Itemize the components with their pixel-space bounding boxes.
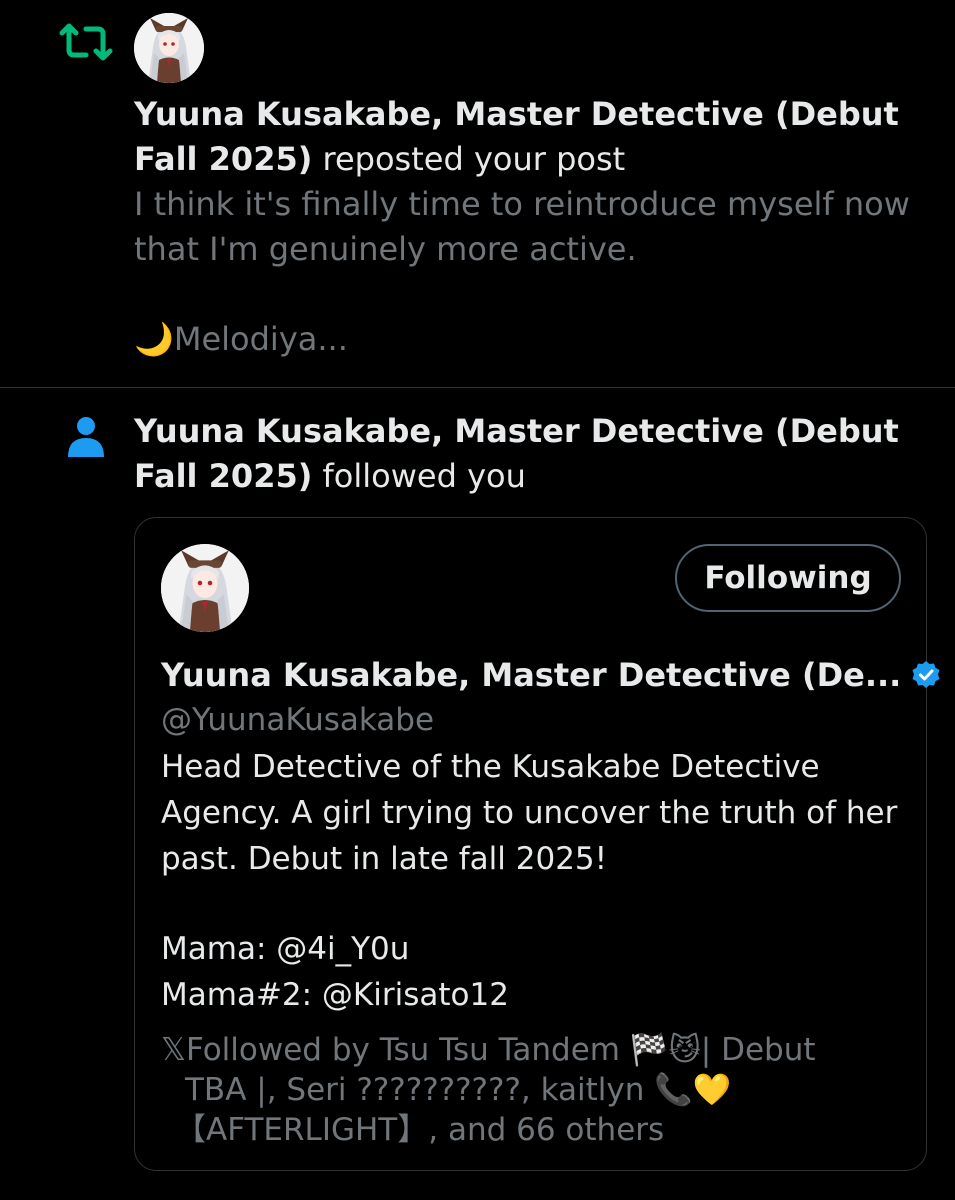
notification-action: followed you [322,457,526,495]
display-name[interactable]: Yuuna Kusakabe, Master Detective (De... [161,656,901,694]
followed-by-line: TBA |, Seri ??????????, kaitlyn 📞💛 [185,1072,732,1108]
avatar-image [134,13,204,83]
post-preview-line: 🌙Melodiya... [134,320,348,358]
post-preview-line: I think it's finally time to reintroduce… [134,185,910,223]
followed-by-line: 𝕏Followed by Tsu Tsu Tandem 🏁😼| Debut [161,1032,816,1068]
avatar-image [161,544,249,632]
bio-line: Head Detective of the Kusakabe Detective [161,749,820,785]
post-preview[interactable]: I think it's finally time to reintroduce… [134,182,924,362]
user-bio: Head Detective of the Kusakabe Detective… [161,744,906,1018]
following-button[interactable]: Following [675,544,901,612]
card-name-row[interactable]: Yuuna Kusakabe, Master Detective (De... [161,652,940,698]
notification-repost[interactable]: Yuuna Kusakabe, Master Detective (Debut … [0,0,955,388]
person-icon [68,417,104,457]
divider [0,387,955,388]
followed-by-text[interactable]: 𝕏Followed by Tsu Tsu Tandem 🏁😼| Debut TB… [161,1030,906,1150]
notification-text: Yuuna Kusakabe, Master Detective (Debut … [134,409,924,499]
notification-action: reposted your post [322,140,626,178]
verified-badge-icon [912,661,940,688]
bio-line: Mama#2: @Kirisato12 [161,977,509,1013]
notification-text: Yuuna Kusakabe, Master Detective (Debut … [134,92,924,182]
repost-icon [59,23,113,61]
avatar[interactable] [161,544,249,632]
bio-line: Agency. A girl trying to uncover the tru… [161,795,898,831]
post-preview-line: that I'm genuinely more active. [134,230,637,268]
user-handle[interactable]: @YuunaKusakabe [161,698,434,742]
bio-line: past. Debut in late fall 2025! [161,841,608,877]
bio-line: Mama: @4i_Y0u [161,931,410,967]
notification-follow[interactable]: Yuuna Kusakabe, Master Detective (Debut … [0,389,955,1200]
avatar[interactable] [134,13,204,83]
user-card[interactable]: Following Yuuna Kusakabe, Master Detecti… [134,517,940,1171]
followed-by-line: 【AFTERLIGHT】, and 66 others [175,1112,665,1148]
